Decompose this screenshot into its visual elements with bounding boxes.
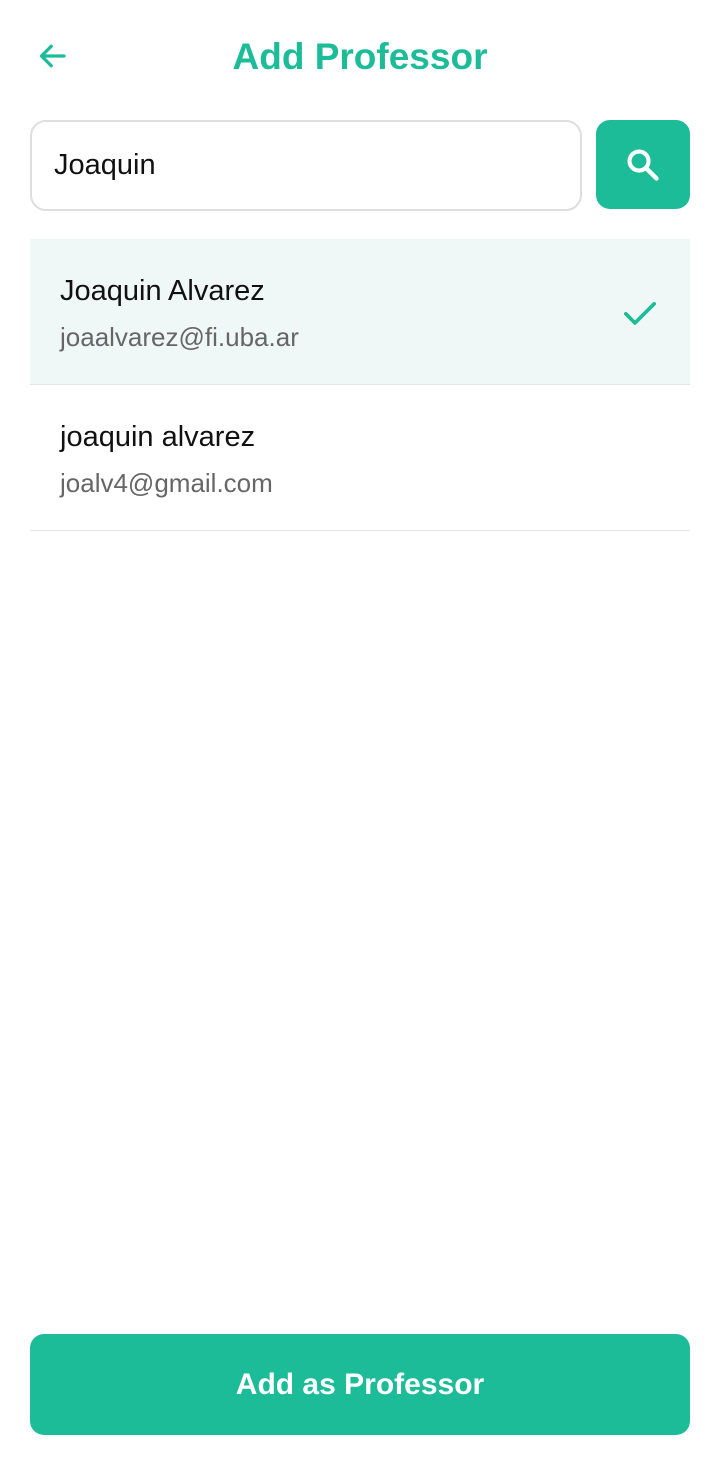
search-icon [627,148,659,181]
result-email: joaalvarez@fi.uba.ar [60,322,299,352]
result-email: joalv4@gmail.com [60,468,273,498]
search-results-list: Joaquin Alvarez joaalvarez@fi.uba.ar joa… [30,239,690,531]
result-name: joaquin alvarez [60,421,256,453]
app-header: Add Professor [0,0,720,115]
search-button[interactable] [596,120,690,209]
result-row-selected[interactable]: Joaquin Alvarez joaalvarez@fi.uba.ar [30,239,690,385]
add-professor-screen: Add Professor Joaquin Alvarez joaalvarez… [0,0,720,1465]
search-input[interactable] [30,120,582,211]
result-row[interactable]: joaquin alvarez joalv4@gmail.com [30,385,690,531]
page-title: Add Professor [232,36,488,77]
check-icon [624,302,656,325]
add-as-professor-button[interactable]: Add as Professor [30,1334,690,1435]
result-name: Joaquin Alvarez [60,275,265,307]
